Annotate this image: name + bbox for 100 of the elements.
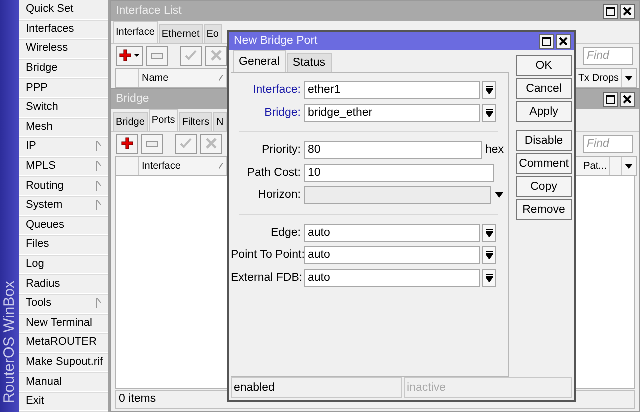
check-icon [180,138,192,149]
menu-item[interactable]: Tools [19,294,108,314]
find-field[interactable]: Find [583,46,633,64]
remove-button[interactable] [146,46,168,66]
menu-item[interactable]: IP [19,137,108,157]
select-field[interactable]: auto [304,246,480,264]
field-label: Horizon: [257,189,302,202]
menu-item[interactable]: Switch [19,98,108,118]
close-icon [623,6,632,16]
field-label: Edge: [270,226,302,239]
dropdown-button[interactable] [482,81,496,100]
triangle-down-icon [625,164,633,168]
add-button[interactable] [116,134,138,154]
dialog-button[interactable]: Copy [516,176,572,197]
add-button[interactable] [116,46,143,66]
close-icon [623,94,632,104]
dropdown-icon [486,274,492,282]
maximize-icon [542,36,551,46]
dialog-button[interactable]: OK [516,55,572,76]
field-label: Interface: [252,84,302,96]
tab[interactable]: Bridge [113,112,148,131]
menu-item[interactable]: Exit [19,392,108,412]
dialog-button[interactable]: Apply [516,101,572,122]
tab[interactable]: Filters [179,112,212,131]
menu-item[interactable]: PPP [19,78,108,98]
minus-icon [151,52,163,58]
dialog-button[interactable]: Cancel [516,78,572,99]
dropdown-icon [486,108,492,117]
menu-item[interactable]: Files [19,235,108,255]
tab[interactable]: General [233,50,286,72]
menu-item[interactable]: Mesh [19,118,108,138]
check-icon [185,50,197,61]
brand-label: RouterOS WinBox [1,281,18,404]
window-title: Interface List [116,5,182,17]
dropdown-icon [486,228,492,237]
disable-button[interactable] [200,134,222,154]
menu-item[interactable]: System [19,196,108,216]
field-label: Priority: [261,144,302,156]
enable-button[interactable] [180,46,202,66]
enable-button[interactable] [175,134,197,154]
dropdown-button[interactable] [482,104,496,122]
close-button[interactable] [620,4,635,18]
minus-icon [146,140,158,146]
find-field[interactable]: Find [583,134,633,152]
maximize-button[interactable] [539,34,554,48]
field-label: External FDB: [231,272,304,284]
field-label: Path Cost: [246,166,302,179]
dialog-button[interactable]: Disable [516,130,572,151]
menu-item[interactable]: Radius [19,274,108,294]
maximize-button[interactable] [603,4,618,18]
menu-item[interactable]: Make Supout.rif [19,352,108,372]
menu-item[interactable]: Manual [19,372,108,392]
maximize-icon [606,94,615,104]
dropdown-icon [486,86,492,94]
field-label: Point To Point: [231,249,304,262]
dropdown-button[interactable] [482,246,496,264]
menu-item[interactable]: MPLS [19,156,108,176]
close-icon [559,36,568,46]
plus-icon [119,49,132,62]
close-button[interactable] [620,92,635,106]
cross-icon [206,138,216,149]
select-field[interactable]: ether1 [304,81,480,100]
tab[interactable]: Eo [204,24,222,43]
dropdown-arrow-icon[interactable] [495,192,504,198]
dropdown-button[interactable] [482,224,496,242]
dropdown-button[interactable] [482,268,496,287]
triangle-down-icon [625,76,633,80]
close-button[interactable] [556,34,571,48]
disable-button[interactable] [205,46,227,66]
menu-item[interactable]: Interfaces [19,20,108,40]
menu-item[interactable]: MetaROUTER [19,333,108,353]
tab[interactable]: Ethernet [158,24,203,43]
dropdown-icon [486,251,492,260]
menu-item[interactable]: Bridge [19,58,108,78]
menu-item[interactable]: New Terminal [19,314,108,334]
field-label: Bridge: [264,106,302,119]
dialog-button[interactable]: Remove [516,199,572,220]
menu-item[interactable]: Log [19,254,108,274]
status-field: inactive [404,377,572,398]
maximize-button[interactable] [603,92,618,106]
select-field[interactable]: bridge_ether [304,104,480,122]
select-field[interactable]: auto [304,224,480,242]
plus-icon [120,137,134,150]
input-field[interactable]: 80 [304,141,482,160]
tab[interactable]: N [213,112,227,131]
dialog-button[interactable]: Comment [516,153,572,174]
status-field: enabled [231,377,402,398]
select-field[interactable]: auto [304,268,480,287]
column-header[interactable]: Pat... [582,157,610,175]
window-title: Bridge [116,93,150,105]
menu-item[interactable]: Queues [19,216,108,236]
tab[interactable]: Interface [113,21,158,43]
menu-item[interactable]: Quick Set [19,0,108,20]
maximize-icon [606,6,615,16]
input-field[interactable]: 10 [304,164,494,182]
menu-item[interactable]: Wireless [19,39,108,59]
menu-item[interactable]: Routing [19,176,108,196]
tab[interactable]: Status [286,53,332,72]
tab[interactable]: Ports [148,109,178,131]
cross-icon [210,50,222,61]
